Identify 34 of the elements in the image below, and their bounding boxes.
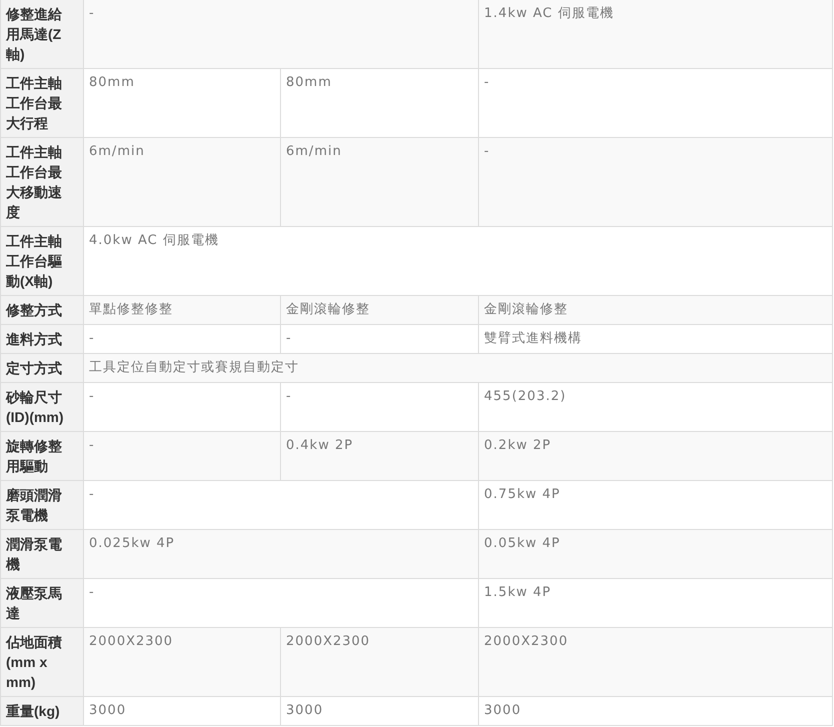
- table-cell: 3000: [280, 696, 479, 726]
- table-cell: 0.025kw 4P: [84, 530, 479, 578]
- table-cell: -: [84, 0, 479, 68]
- row-header: 定寸方式: [6, 359, 63, 378]
- table-cell: 1.4kw AC 伺服電機: [478, 0, 833, 68]
- row-header: 磨頭潤滑泵電機: [6, 486, 63, 525]
- table-cell: 6m/min: [84, 138, 280, 226]
- table-cell: 3000: [478, 696, 833, 726]
- row-header: 液壓泵馬達: [6, 584, 63, 623]
- table-cell: 0.4kw 2P: [280, 432, 479, 480]
- row-header: 砂輪尺寸(ID)(mm): [6, 388, 65, 427]
- table-cell: 金剛滾輪修整: [280, 296, 479, 324]
- table-cell: 0.2kw 2P: [478, 432, 833, 480]
- table-cell: 金剛滾輪修整: [478, 296, 833, 324]
- table-cell: -: [84, 432, 280, 480]
- row-header: 旋轉修整用驅動: [6, 437, 63, 476]
- row-header: 工件主軸工作台驅動(X軸): [6, 232, 63, 291]
- row-header: 潤滑泵電機: [6, 535, 63, 574]
- row-header: 重量(kg): [6, 702, 61, 721]
- table-cell: 2000X2300: [280, 628, 479, 696]
- table-cell: 3000: [84, 696, 280, 726]
- table-cell: 6m/min: [280, 138, 479, 226]
- row-header: 工件主軸工作台最大行程: [6, 74, 63, 133]
- table-cell: 單點修整修整: [84, 296, 280, 324]
- row-header: 工件主軸工作台最大移動速度: [6, 143, 63, 222]
- table-cell: 2000X2300: [84, 628, 280, 696]
- row-header: 修整方式: [6, 301, 63, 320]
- table-cell: -: [478, 138, 833, 226]
- row-header: 進料方式: [6, 330, 63, 349]
- table-cell: 工具定位自動定寸或賽規自動定寸: [84, 354, 833, 382]
- row-header: 佔地面積(mm x mm): [6, 633, 63, 692]
- table-cell: 2000X2300: [478, 628, 833, 696]
- row-header: 修整進給用馬達(Z軸): [6, 5, 63, 64]
- table-cell: 0.05kw 4P: [478, 530, 833, 578]
